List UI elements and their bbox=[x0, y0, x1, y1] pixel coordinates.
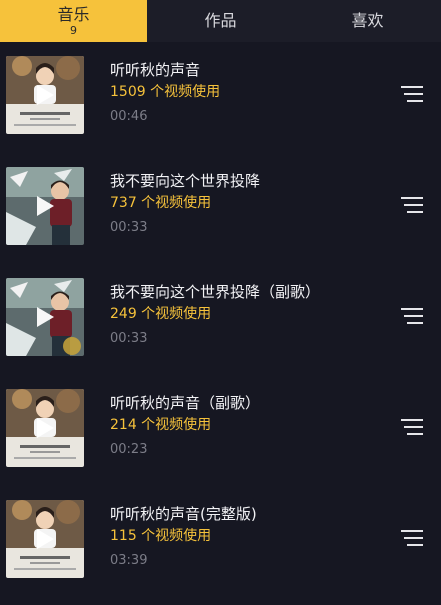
play-icon bbox=[37, 85, 54, 105]
song-duration: 00:33 bbox=[110, 331, 148, 346]
song-title: 我不要向这个世界投降 bbox=[110, 172, 261, 190]
tab-works[interactable]: 作品 bbox=[147, 0, 294, 42]
play-icon bbox=[37, 529, 54, 549]
song-duration: 03:39 bbox=[110, 553, 148, 568]
song-usage-count: 1509 个视频使用 bbox=[110, 84, 221, 100]
menu-icon[interactable] bbox=[401, 84, 427, 104]
tab-music-count: 9 bbox=[70, 23, 77, 37]
song-title: 听听秋的声音 bbox=[110, 61, 201, 79]
song-row[interactable]: 我不要向这个世界投降（副歌） 249 个视频使用 00:33 bbox=[0, 264, 441, 375]
song-duration: 00:46 bbox=[110, 109, 148, 124]
play-icon bbox=[37, 418, 54, 438]
song-list: 听听秋的声音 1509 个视频使用 00:46 我不要向这个世界投降 737 个… bbox=[0, 42, 441, 597]
menu-icon[interactable] bbox=[401, 417, 427, 437]
menu-icon[interactable] bbox=[401, 528, 427, 548]
song-row[interactable]: 听听秋的声音（副歌） 214 个视频使用 00:23 bbox=[0, 375, 441, 486]
song-cover[interactable] bbox=[6, 56, 84, 134]
song-usage-count: 115 个视频使用 bbox=[110, 528, 212, 544]
song-cover[interactable] bbox=[6, 167, 84, 245]
song-title: 我不要向这个世界投降（副歌） bbox=[110, 283, 321, 301]
play-icon bbox=[37, 196, 54, 216]
song-cover[interactable] bbox=[6, 278, 84, 356]
menu-icon[interactable] bbox=[401, 306, 427, 326]
tab-works-label: 作品 bbox=[204, 11, 237, 30]
song-cover[interactable] bbox=[6, 389, 84, 467]
song-title: 听听秋的声音(完整版) bbox=[110, 505, 257, 523]
song-duration: 00:23 bbox=[110, 442, 148, 457]
menu-icon[interactable] bbox=[401, 195, 427, 215]
song-duration: 00:33 bbox=[110, 220, 148, 235]
song-row[interactable]: 听听秋的声音 1509 个视频使用 00:46 bbox=[0, 42, 441, 153]
play-icon bbox=[37, 307, 54, 327]
tab-music-label: 音乐 bbox=[57, 4, 90, 24]
song-usage-count: 214 个视频使用 bbox=[110, 417, 212, 433]
song-row[interactable]: 听听秋的声音(完整版) 115 个视频使用 03:39 bbox=[0, 486, 441, 597]
song-cover[interactable] bbox=[6, 500, 84, 578]
tab-likes[interactable]: 喜欢 bbox=[294, 0, 441, 42]
tab-likes-label: 喜欢 bbox=[351, 11, 384, 30]
song-usage-count: 249 个视频使用 bbox=[110, 306, 212, 322]
tab-bar: 音乐 9 作品 喜欢 bbox=[0, 0, 441, 42]
song-title: 听听秋的声音（副歌） bbox=[110, 394, 261, 412]
song-usage-count: 737 个视频使用 bbox=[110, 195, 212, 211]
tab-music[interactable]: 音乐 9 bbox=[0, 0, 147, 42]
song-row[interactable]: 我不要向这个世界投降 737 个视频使用 00:33 bbox=[0, 153, 441, 264]
